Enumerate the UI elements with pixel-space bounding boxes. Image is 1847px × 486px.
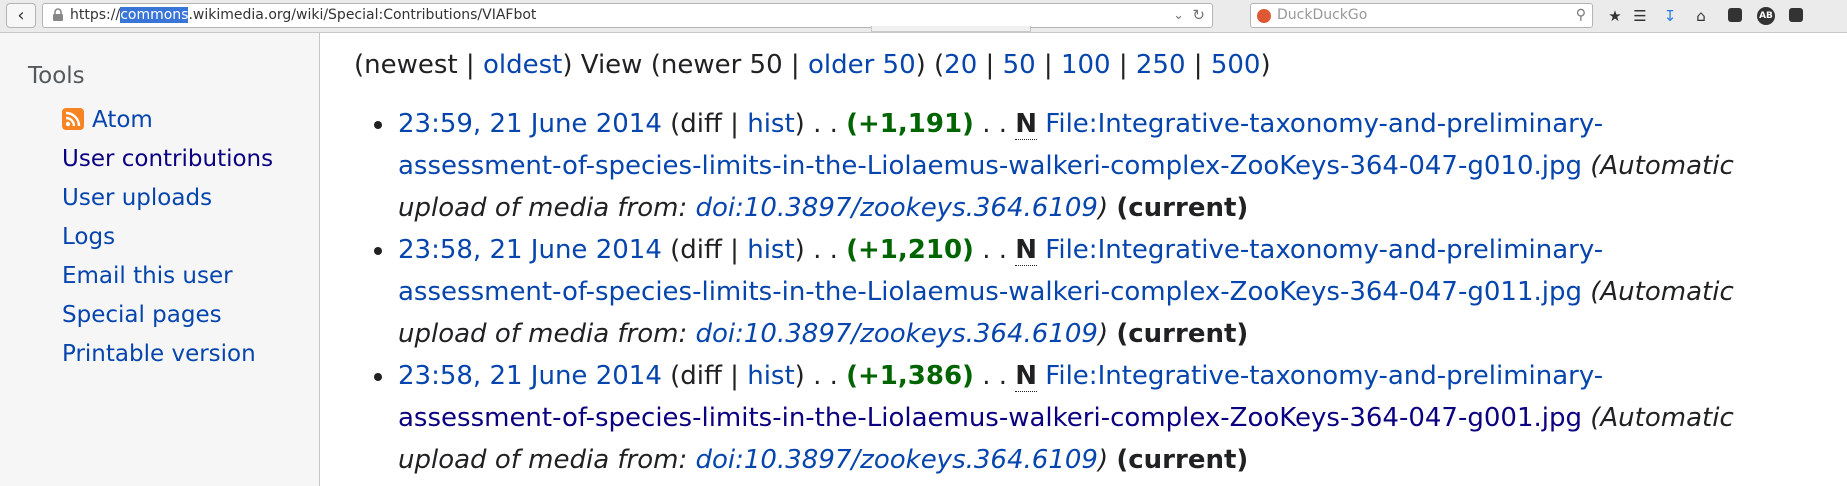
lock-icon (53, 8, 63, 21)
current-flag: (current) (1116, 193, 1249, 223)
hist-link[interactable]: hist (747, 109, 794, 139)
tools-list: Atom User contributions User uploads Log… (62, 101, 273, 374)
diff-label: diff (680, 109, 722, 139)
bullet-icon (374, 373, 382, 381)
rss-icon (62, 108, 84, 130)
sidebar-item-logs[interactable]: Logs (62, 218, 273, 257)
timestamp-link[interactable]: 23:59, 21 June 2014 (398, 109, 662, 139)
size-change: (+1,386) (846, 361, 974, 391)
address-bar[interactable]: https://commons.wikimedia.org/wiki/Speci… (42, 3, 1213, 28)
edit-summary: (Automatic (1590, 277, 1734, 307)
pagination-nav: (newest | oldest) View (newer 50 | older… (354, 50, 1271, 80)
nav-newest: newest (364, 50, 458, 80)
sidebar-item-email-user[interactable]: Email this user (62, 257, 273, 296)
page-title-link[interactable]: File:Integrative-taxonomy-and-preliminar… (1045, 361, 1603, 391)
edit-summary: (Automatic (1590, 403, 1734, 433)
list-item: 23:59, 21 June 2014 (diff | hist) . . (+… (354, 103, 1847, 229)
contributions-list: 23:59, 21 June 2014 (diff | hist) . . (+… (354, 103, 1847, 481)
adblock-icon[interactable]: AB (1757, 7, 1775, 25)
limit-100-link[interactable]: 100 (1061, 50, 1111, 80)
edit-summary-end: ) (1097, 193, 1109, 223)
new-page-flag: N (1015, 361, 1038, 392)
current-flag: (current) (1116, 319, 1249, 349)
nav-view-label: View (580, 50, 643, 80)
limit-20-link[interactable]: 20 (944, 50, 977, 80)
nav-newer: newer 50 (660, 50, 783, 80)
sidebar-item-label: Atom (92, 107, 153, 133)
current-flag: (current) (1116, 445, 1249, 475)
list-item: 23:58, 21 June 2014 (diff | hist) . . (+… (354, 229, 1847, 355)
edit-summary-cont: upload of media from: (398, 193, 696, 223)
edit-summary-cont: upload of media from: (398, 319, 696, 349)
url-text: https://commons.wikimedia.org/wiki/Speci… (70, 7, 537, 23)
back-button[interactable]: ‹ (6, 3, 36, 28)
bullet-icon (374, 121, 382, 129)
timestamp-link[interactable]: 23:58, 21 June 2014 (398, 235, 662, 265)
hist-link[interactable]: hist (747, 361, 794, 391)
sidebar-heading: Tools (28, 63, 85, 89)
page-title-link-cont[interactable]: assessment-of-species-limits-in-the-Liol… (398, 403, 1582, 433)
back-arrow-icon: ‹ (17, 4, 25, 26)
sidebar-item-special-pages[interactable]: Special pages (62, 296, 273, 335)
edit-summary-end: ) (1097, 319, 1109, 349)
page-title-link[interactable]: File:Integrative-taxonomy-and-preliminar… (1045, 109, 1603, 139)
hist-link[interactable]: hist (747, 235, 794, 265)
search-bar[interactable]: DuckDuckGo ⚲ (1250, 3, 1593, 28)
edit-summary-cont: upload of media from: (398, 445, 696, 475)
new-page-flag: N (1015, 235, 1038, 266)
reload-icon[interactable]: ↻ (1192, 4, 1205, 27)
doi-link[interactable]: doi:10.3897/zookeys.364.6109 (696, 445, 1098, 475)
search-icon[interactable]: ⚲ (1576, 4, 1586, 27)
nav-oldest-link[interactable]: oldest (483, 50, 562, 80)
diff-label: diff (680, 361, 722, 391)
duckduckgo-icon (1257, 9, 1271, 23)
nav-older-link[interactable]: older 50 (808, 50, 916, 80)
main-content: (newest | oldest) View (newer 50 | older… (354, 33, 1847, 486)
timestamp-link[interactable]: 23:58, 21 June 2014 (398, 361, 662, 391)
download-icon[interactable]: ↧ (1659, 5, 1681, 27)
size-change: (+1,210) (846, 235, 974, 265)
doi-link[interactable]: doi:10.3897/zookeys.364.6109 (696, 193, 1098, 223)
sidebar-item-user-contributions[interactable]: User contributions (62, 140, 273, 179)
bookmark-star-icon[interactable]: ★ (1604, 5, 1626, 27)
menu-square-icon[interactable] (1789, 8, 1803, 22)
home-icon[interactable]: ⌂ (1690, 5, 1712, 27)
doi-link[interactable]: doi:10.3897/zookeys.364.6109 (696, 319, 1098, 349)
diff-label: diff (680, 235, 722, 265)
page-title-link-cont[interactable]: assessment-of-species-limits-in-the-Liol… (398, 277, 1582, 307)
page-title-link-cont[interactable]: assessment-of-species-limits-in-the-Liol… (398, 151, 1582, 181)
url-dropdown-icon[interactable]: ⌄ (1173, 4, 1184, 27)
browser-toolbar: ‹ https://commons.wikimedia.org/wiki/Spe… (0, 0, 1847, 33)
edit-summary-end: ) (1097, 445, 1109, 475)
sidebar-item-printable-version[interactable]: Printable version (62, 335, 273, 374)
reading-list-icon[interactable]: ☰ (1629, 5, 1651, 27)
list-item: 23:58, 21 June 2014 (diff | hist) . . (+… (354, 355, 1847, 481)
limit-50-link[interactable]: 50 (1003, 50, 1036, 80)
toolbar-drop-marker (871, 26, 1031, 32)
page-title-link[interactable]: File:Integrative-taxonomy-and-preliminar… (1045, 235, 1603, 265)
url-selection: commons (120, 7, 189, 23)
sidebar-item-atom[interactable]: Atom (62, 101, 273, 140)
sidebar: Tools Atom User contributions User uploa… (0, 33, 320, 486)
size-change: (+1,191) (846, 109, 974, 139)
sidebar-item-user-uploads[interactable]: User uploads (62, 179, 273, 218)
search-placeholder: DuckDuckGo (1277, 7, 1368, 23)
new-page-flag: N (1015, 109, 1038, 140)
bullet-icon (374, 247, 382, 255)
limit-250-link[interactable]: 250 (1136, 50, 1186, 80)
limit-500-link[interactable]: 500 (1211, 50, 1261, 80)
edit-summary: (Automatic (1590, 151, 1734, 181)
extension-icon[interactable] (1728, 8, 1742, 22)
